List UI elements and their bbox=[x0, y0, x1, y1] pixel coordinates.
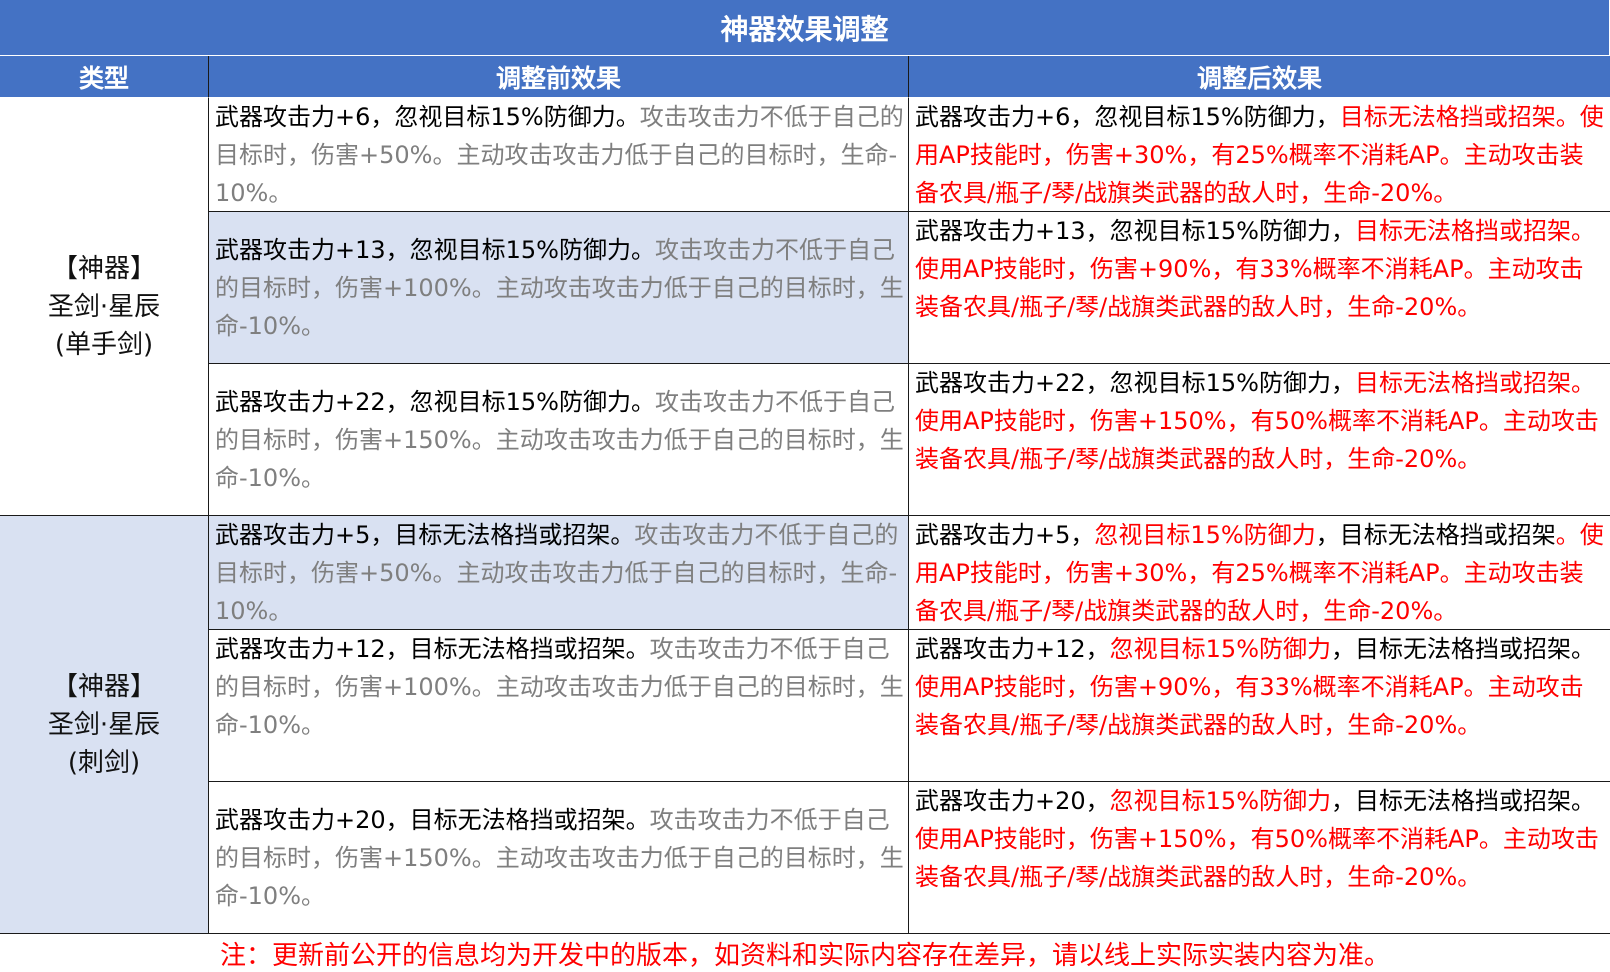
effect-text: 忽视目标15%防御力 bbox=[1094, 521, 1316, 549]
footnote: 注：更新前公开的信息均为开发中的版本，如资料和实际内容存在差异，请以线上实际实装… bbox=[0, 934, 1610, 972]
effect-text: 武器攻击力+12， bbox=[915, 635, 1110, 663]
before-effect-cell: 武器攻击力+6，忽视目标15%防御力。攻击攻击力不低于自己的目标时，伤害+50%… bbox=[209, 98, 909, 212]
type-line: 圣剑·星辰 bbox=[47, 291, 161, 322]
type-cell: 【神器】 圣剑·星辰 (刺剑) bbox=[0, 516, 209, 934]
effect-text: 武器攻击力+20，目标无法格挡或招架。 bbox=[215, 806, 650, 834]
effect-text: 武器攻击力+22，忽视目标15%防御力， bbox=[915, 369, 1355, 397]
type-line: (刺剑) bbox=[67, 747, 141, 778]
effect-text: 使用AP技能时，伤害+90%，有33%概率不消耗AP。主动攻击装备农具/瓶子/琴… bbox=[915, 673, 1584, 739]
before-effect-cell: 武器攻击力+20，目标无法格挡或招架。攻击攻击力不低于自己的目标时，伤害+150… bbox=[209, 782, 909, 934]
effect-text: ，目标无法格挡或招架。 bbox=[1331, 635, 1595, 663]
effect-text: 武器攻击力+13，忽视目标15%防御力， bbox=[915, 217, 1355, 245]
header-after: 调整后效果 bbox=[909, 56, 1610, 98]
effect-text: 武器攻击力+6，忽视目标15%防御力， bbox=[915, 103, 1340, 131]
effects-table: 神器效果调整 类型 调整前效果 调整后效果 【神器】 圣剑·星辰 (单手剑) 武… bbox=[0, 0, 1610, 972]
after-effect-cell: 武器攻击力+6，忽视目标15%防御力，目标无法格挡或招架。使用AP技能时，伤害+… bbox=[909, 98, 1610, 212]
before-effect-cell: 武器攻击力+13，忽视目标15%防御力。攻击攻击力不低于自己的目标时，伤害+10… bbox=[209, 212, 909, 364]
after-effect-cell: 武器攻击力+22，忽视目标15%防御力，目标无法格挡或招架。使用AP技能时，伤害… bbox=[909, 364, 1610, 516]
type-line: (单手剑) bbox=[54, 329, 154, 360]
effect-text: 武器攻击力+5，目标无法格挡或招架。 bbox=[215, 521, 635, 549]
type-line: 【神器】 bbox=[51, 253, 156, 284]
after-effect-cell: 武器攻击力+13，忽视目标15%防御力，目标无法格挡或招架。使用AP技能时，伤害… bbox=[909, 212, 1610, 364]
effect-text: ，目标无法格挡或招架 bbox=[1315, 521, 1556, 549]
effect-text: 武器攻击力+5， bbox=[915, 521, 1095, 549]
after-effect-cell: 武器攻击力+5，忽视目标15%防御力，目标无法格挡或招架。使用AP技能时，伤害+… bbox=[909, 516, 1610, 630]
effect-text: 忽视目标15%防御力 bbox=[1109, 635, 1331, 663]
after-effect-cell: 武器攻击力+12，忽视目标15%防御力，目标无法格挡或招架。使用AP技能时，伤害… bbox=[909, 630, 1610, 782]
type-line: 【神器】 bbox=[51, 671, 156, 702]
effect-text: 武器攻击力+22，忽视目标15%防御力。 bbox=[215, 388, 655, 416]
type-line: 圣剑·星辰 bbox=[47, 709, 161, 740]
effect-text: 武器攻击力+12，目标无法格挡或招架。 bbox=[215, 635, 650, 663]
type-cell: 【神器】 圣剑·星辰 (单手剑) bbox=[0, 98, 209, 516]
before-effect-cell: 武器攻击力+5，目标无法格挡或招架。攻击攻击力不低于自己的目标时，伤害+50%。… bbox=[209, 516, 909, 630]
effect-text: 武器攻击力+6，忽视目标15%防御力。 bbox=[215, 103, 640, 131]
effect-text: 使用AP技能时，伤害+150%，有50%概率不消耗AP。主动攻击装备农具/瓶子/… bbox=[915, 825, 1599, 891]
before-effect-cell: 武器攻击力+22，忽视目标15%防御力。攻击攻击力不低于自己的目标时，伤害+15… bbox=[209, 364, 909, 516]
effect-text: ，目标无法格挡或招架。 bbox=[1331, 787, 1595, 815]
header-before: 调整前效果 bbox=[209, 56, 909, 98]
effect-text: 武器攻击力+13，忽视目标15%防御力。 bbox=[215, 236, 655, 264]
before-effect-cell: 武器攻击力+12，目标无法格挡或招架。攻击攻击力不低于自己的目标时，伤害+100… bbox=[209, 630, 909, 782]
effect-text: 武器攻击力+20， bbox=[915, 787, 1110, 815]
effect-text: 忽视目标15%防御力 bbox=[1109, 787, 1331, 815]
header-type: 类型 bbox=[0, 56, 209, 98]
after-effect-cell: 武器攻击力+20，忽视目标15%防御力，目标无法格挡或招架。使用AP技能时，伤害… bbox=[909, 782, 1610, 934]
table-title: 神器效果调整 bbox=[0, 0, 1610, 56]
